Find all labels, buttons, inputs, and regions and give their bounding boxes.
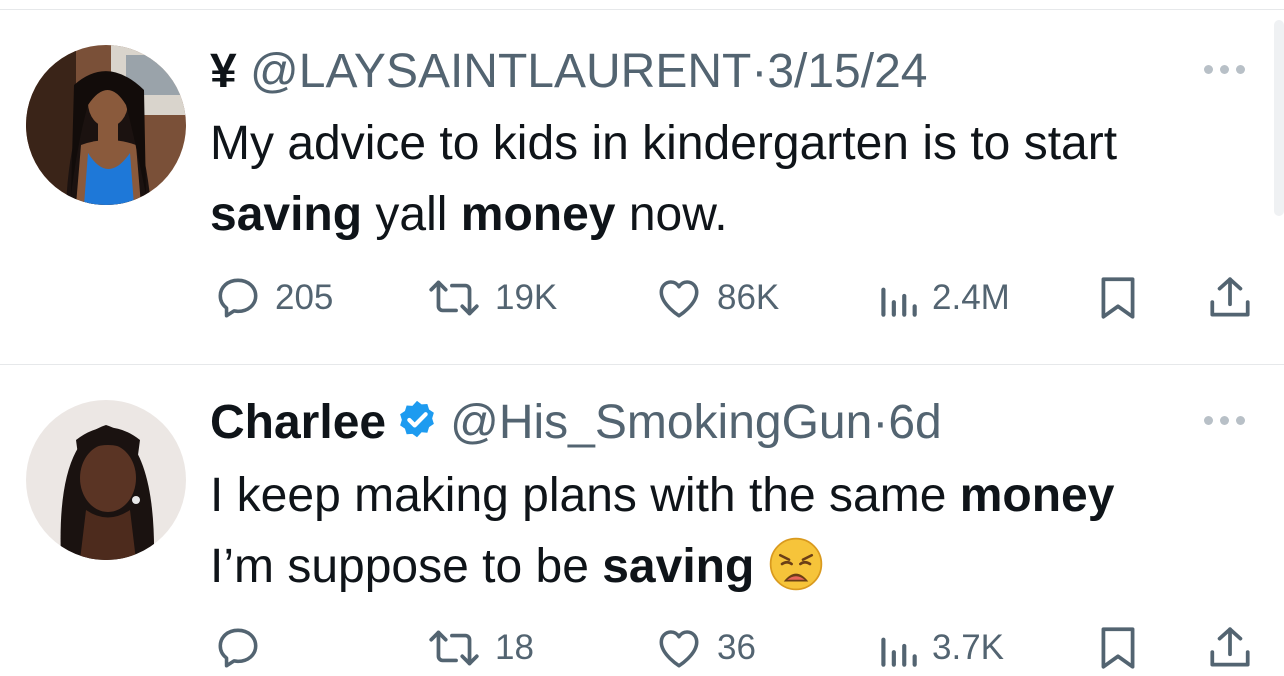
like-button[interactable]: 86K bbox=[653, 270, 779, 326]
separator-dot: · bbox=[872, 396, 889, 449]
views-button[interactable]: 3.7K bbox=[876, 620, 1004, 676]
more-icon[interactable] bbox=[1204, 413, 1246, 427]
text-segment-bold: money bbox=[959, 469, 1115, 522]
share-icon bbox=[1210, 627, 1250, 667]
tweet-header: Charlee @His_SmokingGun·6d bbox=[210, 393, 942, 453]
bookmark-button[interactable] bbox=[1096, 270, 1140, 326]
text-segment-bold: saving bbox=[602, 540, 755, 593]
reply-count: 205 bbox=[275, 278, 334, 317]
action-bar: 18 36 3.7K bbox=[0, 620, 1284, 676]
text-segment: now. bbox=[615, 188, 728, 241]
view-count: 2.4M bbox=[932, 278, 1010, 317]
view-count: 3.7K bbox=[932, 628, 1004, 667]
bookmark-icon bbox=[1101, 627, 1135, 669]
tweet[interactable]: ¥ @LAYSAINTLAURENT·3/15/24 My advice to … bbox=[0, 10, 1284, 365]
separator-dot: · bbox=[751, 45, 768, 98]
views-icon bbox=[881, 287, 917, 317]
like-button[interactable]: 36 bbox=[653, 620, 756, 676]
display-name[interactable]: ¥ bbox=[210, 45, 237, 98]
reply-button[interactable] bbox=[213, 620, 275, 676]
timestamp[interactable]: 3/15/24 bbox=[767, 45, 927, 98]
tweet[interactable]: Charlee @His_SmokingGun·6d I keep making … bbox=[0, 365, 1284, 675]
bookmark-button[interactable] bbox=[1096, 620, 1140, 676]
display-name[interactable]: Charlee bbox=[210, 396, 386, 449]
reply-icon bbox=[218, 628, 258, 668]
repost-count: 19K bbox=[495, 278, 558, 317]
share-button[interactable] bbox=[1205, 620, 1255, 676]
tweet-header: ¥ @LAYSAINTLAURENT·3/15/24 bbox=[210, 42, 927, 102]
like-count: 86K bbox=[717, 278, 780, 317]
text-segment: I keep making plans with the same bbox=[210, 469, 960, 522]
tweet-text: I keep making plans with the same money … bbox=[210, 460, 1270, 602]
share-button[interactable] bbox=[1205, 270, 1255, 326]
views-button[interactable]: 2.4M bbox=[876, 270, 1010, 326]
text-segment: I’m suppose to be bbox=[210, 540, 603, 593]
repost-button[interactable]: 18 bbox=[425, 620, 534, 676]
repost-button[interactable]: 19K bbox=[425, 270, 557, 326]
views-icon bbox=[881, 637, 917, 667]
avatar[interactable] bbox=[26, 400, 186, 560]
bookmark-icon bbox=[1101, 277, 1135, 319]
timestamp[interactable]: 6d bbox=[888, 396, 941, 449]
repost-count: 18 bbox=[495, 628, 534, 667]
tweet-text: My advice to kids in kindergarten is to … bbox=[210, 108, 1270, 250]
verified-badge-icon[interactable] bbox=[394, 398, 440, 444]
text-segment-bold: money bbox=[460, 188, 616, 241]
repost-icon bbox=[429, 280, 479, 316]
action-bar: 205 19K 86K 2.4M bbox=[0, 270, 1284, 326]
user-handle[interactable]: @LAYSAINTLAURENT bbox=[250, 45, 751, 98]
text-segment: yall bbox=[362, 188, 461, 241]
like-count: 36 bbox=[717, 628, 756, 667]
repost-icon bbox=[429, 630, 479, 666]
heart-icon bbox=[659, 630, 699, 668]
more-icon[interactable] bbox=[1204, 62, 1246, 76]
avatar[interactable] bbox=[26, 45, 186, 205]
text-segment-bold: saving bbox=[210, 188, 363, 241]
reply-icon bbox=[218, 278, 258, 318]
reply-button[interactable]: 205 bbox=[213, 270, 333, 326]
text-segment: My advice to kids in kindergarten is to … bbox=[210, 117, 1118, 170]
share-icon bbox=[1210, 277, 1250, 317]
user-handle[interactable]: @His_SmokingGun bbox=[450, 396, 872, 449]
weary-face-emoji bbox=[770, 537, 823, 591]
heart-icon bbox=[659, 280, 699, 318]
